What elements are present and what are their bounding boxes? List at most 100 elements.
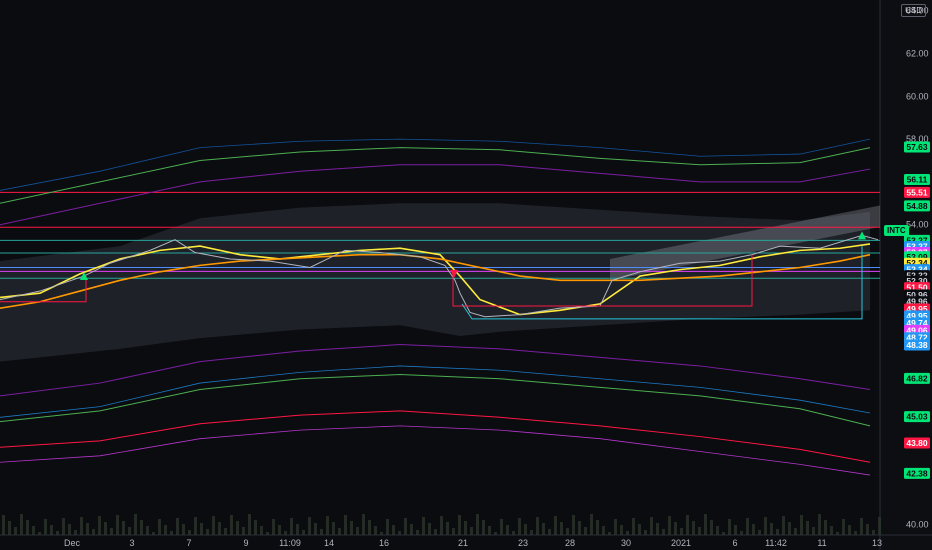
volume-bar [398, 531, 401, 535]
volume-bar [152, 532, 155, 535]
volume-bar [440, 516, 443, 535]
volume-bar [488, 526, 491, 535]
volume-bar [122, 521, 125, 535]
volume-bar [2, 515, 5, 535]
price-tag-label: 45.03 [906, 412, 928, 422]
x-tick-label: Dec [64, 538, 81, 548]
volume-bar [278, 525, 281, 535]
volume-bar [308, 517, 311, 535]
volume-bar [356, 527, 359, 535]
volume-bar [824, 520, 827, 535]
volume-bar [716, 526, 719, 535]
currency-label[interactable]: USD [901, 4, 926, 17]
volume-bar [752, 524, 755, 535]
volume-bar [614, 519, 617, 535]
volume-bar [812, 527, 815, 535]
volume-bar [476, 514, 479, 535]
volume-bar [572, 515, 575, 535]
volume-bar [116, 515, 119, 535]
volume-bar [26, 520, 29, 535]
volume-bar [530, 530, 533, 535]
volume-bar [164, 525, 167, 535]
x-tick-label: 6 [732, 538, 737, 548]
volume-bar [140, 520, 143, 535]
volume-bar [800, 515, 803, 535]
volume-bar [770, 523, 773, 535]
volume-bar [506, 525, 509, 535]
volume-bar [416, 530, 419, 535]
volume-bar [452, 528, 455, 535]
volume-bar [554, 516, 557, 535]
volume-bar [110, 528, 113, 535]
volume-bar [8, 521, 11, 535]
price-tag-label: 55.51 [906, 187, 928, 197]
volume-bar [32, 526, 35, 535]
volume-bar [662, 529, 665, 535]
volume-bar [728, 519, 731, 535]
volume-bar [362, 514, 365, 535]
x-tick-label: 14 [324, 538, 334, 548]
volume-bar [548, 529, 551, 535]
volume-bar [146, 526, 149, 535]
price-chart[interactable]: 64.0062.0060.0058.0056.0054.0052.0040.00… [0, 0, 932, 550]
volume-bar [512, 531, 515, 535]
volume-bar [842, 519, 845, 535]
volume-bar [704, 514, 707, 535]
volume-bar [230, 515, 233, 535]
volume-bar [566, 528, 569, 535]
x-tick-label: 3 [129, 538, 134, 548]
volume-bar [56, 531, 59, 535]
volume-bar [878, 517, 881, 535]
volume-bar [242, 527, 245, 535]
volume-bar [830, 526, 833, 535]
volume-bar [524, 524, 527, 535]
volume-bar [608, 532, 611, 535]
volume-bar [590, 514, 593, 535]
volume-bar [848, 525, 851, 535]
price-tag-label: 54.88 [906, 201, 928, 211]
volume-bar [206, 529, 209, 535]
volume-bar [632, 518, 635, 535]
volume-bar [422, 517, 425, 535]
x-tick-label: 21 [458, 538, 468, 548]
volume-bar [698, 527, 701, 535]
x-tick-label: 2021 [671, 538, 691, 548]
volume-bar [404, 518, 407, 535]
volume-bar [368, 520, 371, 535]
x-tick-label: 28 [565, 538, 575, 548]
volume-bar [74, 530, 77, 535]
volume-bar [170, 531, 173, 535]
x-tick-label: 13 [872, 538, 882, 548]
volume-bar [200, 523, 203, 535]
volume-bar [794, 528, 797, 535]
x-tick-label: 7 [186, 538, 191, 548]
volume-bar [326, 516, 329, 535]
volume-bar [302, 530, 305, 535]
volume-bar [410, 524, 413, 535]
volume-bar [872, 530, 875, 535]
volume-bar [248, 514, 251, 535]
y-tick-label: 54.00 [906, 220, 929, 230]
volume-bar [272, 519, 275, 535]
volume-bar [584, 527, 587, 535]
volume-bar [296, 524, 299, 535]
volume-bar [656, 523, 659, 535]
volume-bar [338, 528, 341, 535]
volume-bar [638, 524, 641, 535]
volume-bar [380, 532, 383, 535]
volume-bar [836, 532, 839, 535]
y-tick-label: 40.00 [906, 519, 929, 529]
volume-bar [254, 520, 257, 535]
volume-bar [98, 516, 101, 535]
volume-bar [320, 529, 323, 535]
chart-area[interactable]: 64.0062.0060.0058.0056.0054.0052.0040.00… [0, 0, 932, 550]
volume-bar [806, 521, 809, 535]
volume-bar [224, 528, 227, 535]
volume-bar [680, 528, 683, 535]
volume-bar [596, 520, 599, 535]
price-tag-label: 42.38 [906, 468, 928, 478]
volume-bar [746, 518, 749, 535]
volume-bar [38, 532, 41, 535]
volume-bar [332, 522, 335, 535]
price-tag-label: 48.38 [906, 340, 928, 350]
